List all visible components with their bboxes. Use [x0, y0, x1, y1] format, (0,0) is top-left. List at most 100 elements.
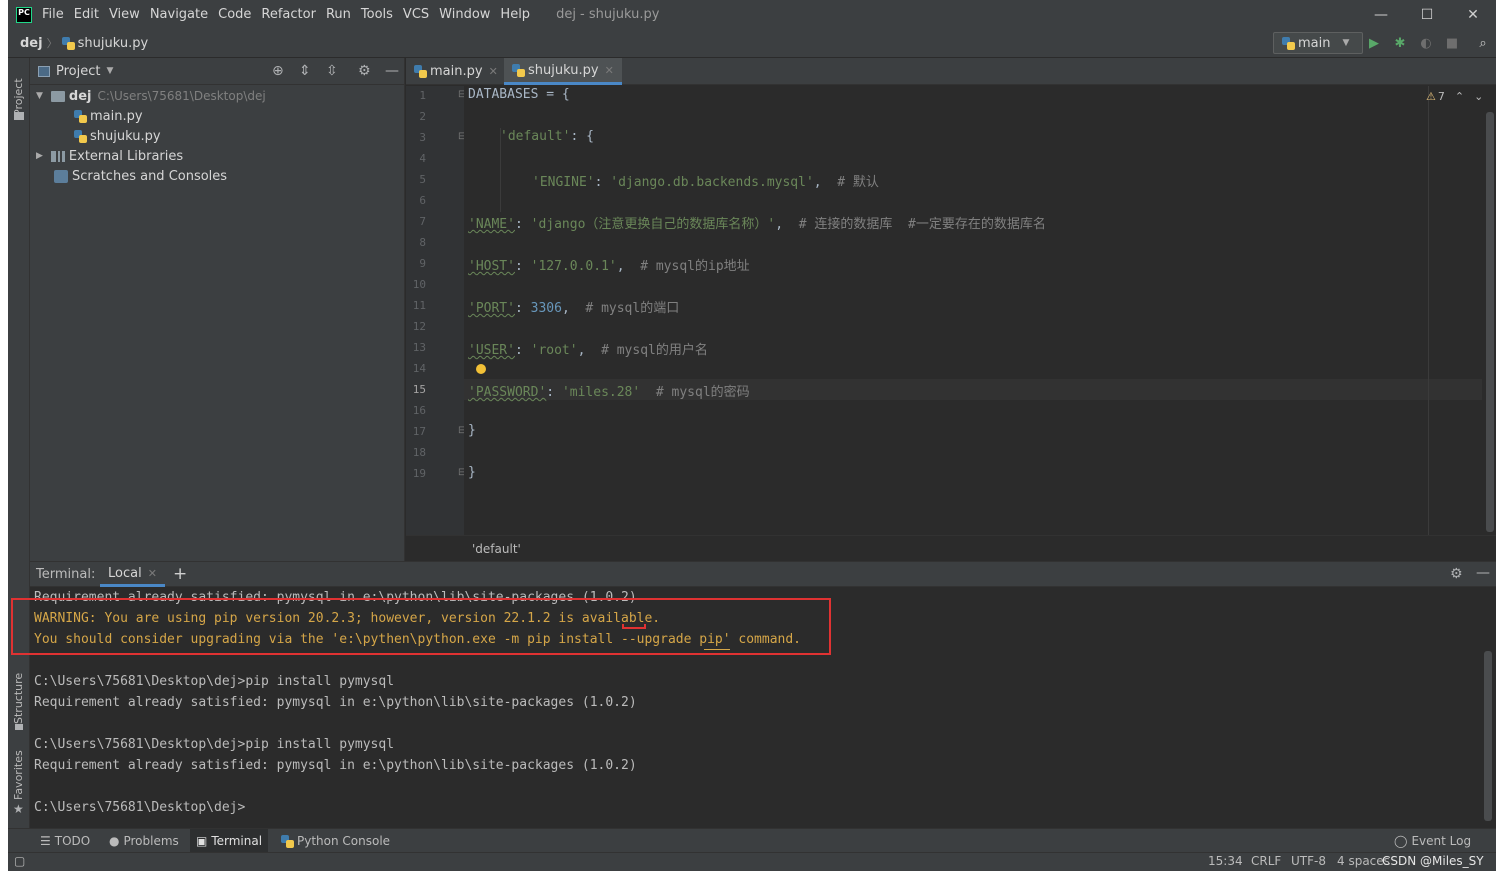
add-terminal-icon[interactable]: + [173, 564, 187, 584]
event-log-button[interactable]: ◯ Event Log [1394, 829, 1471, 853]
line-number: 8 [419, 236, 426, 249]
close-button[interactable]: ✕ [1450, 0, 1496, 29]
toggle-tool-windows-icon[interactable]: ▢ [14, 854, 25, 868]
folder-icon [14, 112, 24, 120]
hide-icon[interactable]: — [1476, 565, 1490, 581]
code-text: } [468, 465, 476, 480]
line-number: 12 [412, 320, 426, 333]
coverage-icon[interactable]: ◐ [1417, 34, 1435, 52]
close-icon[interactable]: ✕ [148, 567, 157, 580]
code-text: : [514, 217, 531, 232]
tree-item-shujuku-py[interactable]: shujuku.py [74, 126, 161, 146]
terminal-tool-button[interactable]: ▣ Terminal [190, 829, 269, 853]
tree-item-main-py[interactable]: main.py [74, 106, 143, 126]
tab-main-py[interactable]: main.py ✕ [406, 58, 506, 85]
python-file-icon [74, 109, 87, 123]
code-number: 3306 [530, 301, 562, 316]
menu-tools[interactable]: Tools [361, 7, 393, 22]
maximize-button[interactable]: ☐ [1404, 0, 1450, 29]
chevron-down-icon[interactable]: ▼ [106, 66, 113, 76]
code-string: 'HOST' [468, 259, 515, 274]
tree-item-root[interactable]: ▼ dej C:\Users\75681\Desktop\dej [36, 86, 266, 106]
code-comment: # mysql的端口 [585, 301, 680, 316]
window-title: dej - shujuku.py [556, 7, 660, 22]
tree-item-external-libraries[interactable]: ▶ External Libraries [36, 146, 183, 166]
scratches-icon [54, 169, 68, 183]
menu-file[interactable]: File [42, 7, 64, 22]
menu-window[interactable]: Window [439, 7, 490, 22]
hide-icon[interactable]: — [385, 63, 399, 79]
code-editor[interactable]: DATABASES = { 'default': { 'ENGINE': 'dj… [464, 86, 1496, 535]
favorites-tool-tab[interactable]: Favorites [12, 750, 25, 800]
menu-refactor[interactable]: Refactor [261, 7, 316, 22]
menu-code[interactable]: Code [218, 7, 251, 22]
chevron-down-icon: ▼ [1342, 38, 1350, 48]
code-line-15: 'PASSWORD': 'miles.28' # mysql的密码 [468, 381, 750, 400]
locate-icon[interactable]: ⊕ [272, 63, 284, 79]
code-string: 'django.db.backends.mysql' [610, 175, 814, 190]
menu-view[interactable]: View [109, 7, 140, 22]
caret-position[interactable]: 15:34 [1208, 854, 1243, 868]
collapse-all-icon[interactable]: ⇳ [326, 63, 338, 79]
tree-item-label: External Libraries [68, 148, 184, 164]
line-number: 5 [419, 173, 426, 186]
line-number: 4 [419, 152, 426, 165]
search-icon[interactable]: ⌕ [1474, 34, 1492, 52]
minimize-button[interactable]: — [1358, 0, 1404, 29]
file-encoding[interactable]: UTF-8 [1291, 854, 1326, 868]
debug-icon[interactable]: ✱ [1391, 34, 1409, 52]
terminal-scrollbar[interactable] [1484, 651, 1492, 821]
code-line-9: 'HOST': '127.0.0.1', # mysql的ip地址 [468, 255, 750, 274]
project-tool-tab[interactable]: Project [12, 66, 25, 116]
editor-scrollbar[interactable] [1486, 112, 1494, 532]
tab-shujuku-py[interactable]: shujuku.py ✕ [504, 58, 622, 85]
gear-icon[interactable]: ⚙ [358, 63, 371, 79]
run-config-label: main [1298, 35, 1331, 51]
expand-all-icon[interactable]: ⇕ [299, 63, 311, 79]
gear-icon[interactable]: ⚙ [1450, 566, 1463, 582]
menu-vcs[interactable]: VCS [403, 7, 429, 22]
close-icon[interactable]: ✕ [489, 65, 498, 78]
chevron-right-icon[interactable]: ▶ [36, 151, 43, 161]
todo-tool-button[interactable]: ☰ TODO [40, 829, 90, 853]
code-string: 'django（注意更换自己的数据库名称）' [530, 217, 776, 232]
tree-item-scratches[interactable]: Scratches and Consoles [54, 166, 227, 186]
chevron-up-icon[interactable]: ⌃ [1455, 90, 1464, 103]
code-line-17: } [468, 423, 476, 438]
chevron-down-icon[interactable]: ▼ [36, 91, 43, 101]
python-console-tool-button[interactable]: Python Console [281, 829, 390, 853]
window-frame-bottom [0, 871, 1504, 879]
code-line-1: DATABASES = { [468, 87, 570, 102]
run-icon[interactable]: ▶ [1365, 34, 1383, 52]
chevron-down-icon[interactable]: ⌄ [1474, 90, 1483, 103]
terminal-line: C:\Users\75681\Desktop\dej>pip install p… [34, 674, 395, 689]
python-icon [1282, 36, 1295, 50]
tool-label: Problems [123, 834, 179, 848]
code-breadcrumb[interactable]: 'default' [472, 542, 521, 556]
line-separator[interactable]: CRLF [1251, 854, 1281, 868]
editor-gutter: 1 2 3 4 5 6 7 8 9 10 11 12 13 14 15 16 1… [406, 86, 466, 535]
terminal-line: C:\Users\75681\Desktop\dej>pip install p… [34, 737, 395, 752]
menu-edit[interactable]: Edit [74, 7, 99, 22]
warning-count: 7 [1437, 90, 1445, 103]
list-icon: ☰ [40, 834, 51, 848]
speech-bubble-icon: ◯ [1394, 834, 1408, 848]
close-icon[interactable]: ✕ [605, 64, 614, 77]
inspection-widget[interactable]: ⚠ 7 ⌃ ⌄ [1426, 90, 1483, 103]
problems-tool-button[interactable]: ● Problems [109, 829, 179, 853]
project-panel-title[interactable]: Project [56, 64, 100, 79]
menu-help[interactable]: Help [500, 7, 530, 22]
breadcrumb-file[interactable]: shujuku.py [78, 36, 149, 51]
breadcrumb-project[interactable]: dej [20, 36, 43, 51]
run-config-selector[interactable]: main ▼ [1273, 32, 1363, 54]
editor-tab-bar: main.py ✕ shujuku.py ✕ [406, 58, 1496, 85]
menu-navigate[interactable]: Navigate [150, 7, 208, 22]
menu-run[interactable]: Run [326, 7, 351, 22]
stop-icon[interactable]: ■ [1443, 34, 1461, 52]
structure-tool-tab[interactable]: Structure [12, 664, 25, 724]
code-text: DATABASES = { [468, 87, 570, 102]
tab-terminal-local[interactable]: Local ✕ [100, 562, 165, 587]
lightbulb-icon[interactable] [476, 364, 486, 374]
code-text: } [468, 423, 476, 438]
